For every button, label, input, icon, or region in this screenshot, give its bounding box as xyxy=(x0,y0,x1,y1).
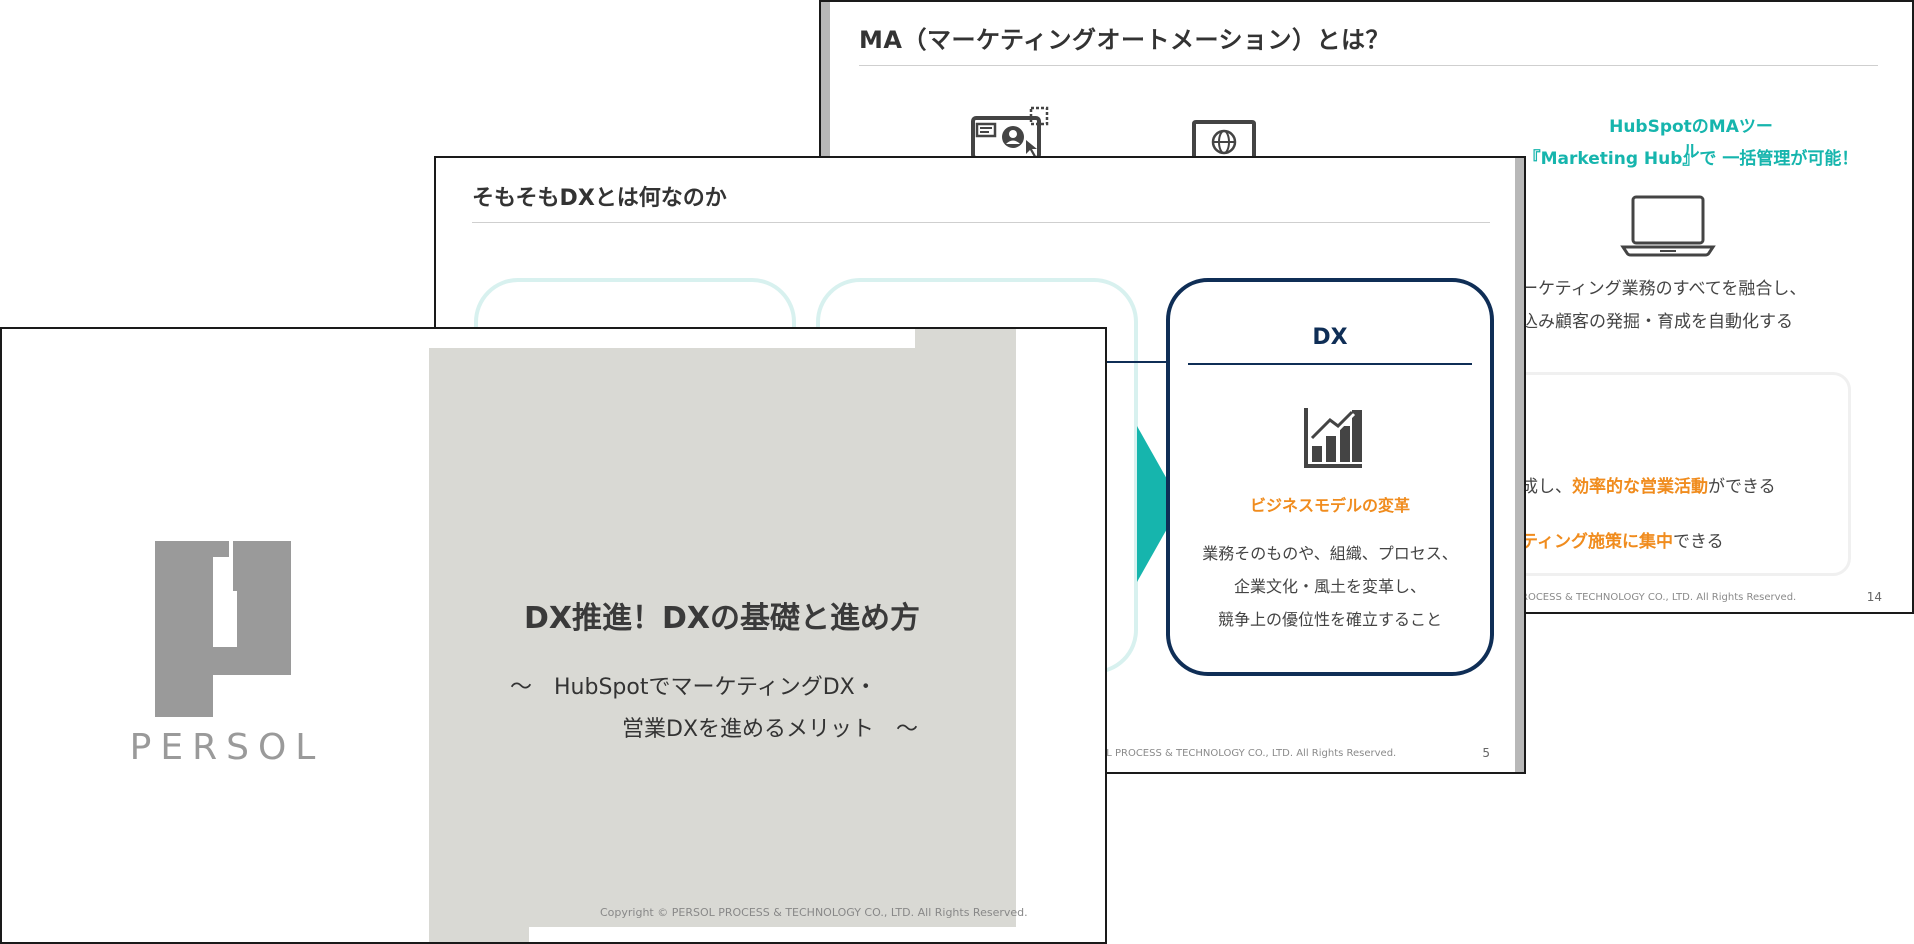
presentation-subtitle-line: ～ HubSpotでマーケティングDX・ xyxy=(510,675,877,700)
persol-logo-text: PERSOL xyxy=(129,727,325,768)
copyright-text: Copyright © PERSOL PROCESS & TECHNOLOGY … xyxy=(600,906,1028,919)
title-background-panel xyxy=(429,348,1016,942)
presentation-subtitle-line: 営業DXを進めるメリット ～ xyxy=(622,717,919,742)
copyright-text: SOL PROCESS & TECHNOLOGY CO., LTD. All R… xyxy=(1092,748,1397,759)
laptop-icon xyxy=(1620,195,1716,257)
title-background-notch xyxy=(915,329,1016,348)
marketing-hub-heading: 『Marketing Hub』で 一括管理が可能！ xyxy=(1523,149,1859,169)
dx-card-subtitle: ビジネスモデルの変革 xyxy=(1249,496,1410,515)
benefit-highlight: 効率的な営業活動 xyxy=(1572,477,1708,497)
presentation-title: DX推進！DXの基礎と進め方 xyxy=(523,601,921,636)
benefit-text: できる xyxy=(1672,532,1724,552)
slide-edge-bar xyxy=(1515,158,1524,772)
slide-title-page[interactable]: PERSOL DX推進！DXの基礎と進め方 ～ HubSpotでマーケティングD… xyxy=(0,327,1107,944)
ma-description-line: 込み顧客の発掘・育成を自動化する xyxy=(1521,312,1793,332)
profile-card-icon xyxy=(971,106,1049,160)
dx-card-underline xyxy=(1188,363,1472,365)
dx-card-title: DX xyxy=(1312,325,1348,350)
dx-card: DX ビジネスモデルの変革 業務そのものや、組織、プロセス、 企業文化・風土を変… xyxy=(1166,278,1494,676)
persol-logo-mark xyxy=(155,541,291,717)
ma-description-line: ーケティング業務のすべてを融合し、 xyxy=(1521,279,1807,299)
dx-card-body-line: 企業文化・風土を変革し、 xyxy=(1233,577,1426,596)
benefit-text: 成し、 xyxy=(1521,477,1572,497)
copyright-text: ROCESS & TECHNOLOGY CO., LTD. All Rights… xyxy=(1521,592,1797,603)
title-divider xyxy=(859,65,1878,66)
dx-card-body-line: 競争上の優位性を確立すること xyxy=(1217,610,1442,629)
benefit-item: 成し、効率的な営業活動ができる xyxy=(1521,472,1776,497)
benefit-item: ティング施策に集中できる xyxy=(1521,527,1724,552)
title-divider xyxy=(472,222,1490,223)
slide-title: MA（マーケティングオートメーション）とは？ xyxy=(859,26,1391,54)
page-number: 5 xyxy=(1482,746,1490,760)
title-background-cutout xyxy=(529,927,1016,942)
bar-chart-growth-icon xyxy=(1304,408,1362,468)
benefit-highlight: ティング施策に集中 xyxy=(1521,532,1673,552)
dx-card-body-line: 業務そのものや、組織、プロセス、 xyxy=(1202,544,1458,563)
benefit-text: ができる xyxy=(1708,477,1776,497)
slide-title: そもそもDXとは何なのか xyxy=(472,186,727,211)
page-number: 14 xyxy=(1866,590,1882,604)
